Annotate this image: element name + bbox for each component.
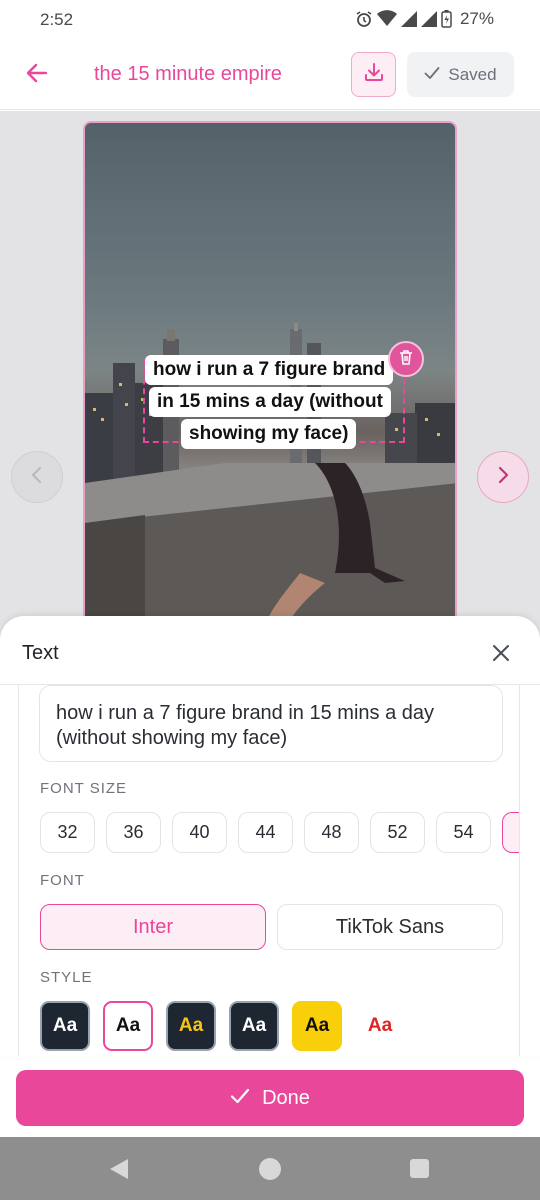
style-option-yellow-on-dark[interactable]: Aa bbox=[166, 1001, 216, 1051]
wifi-icon bbox=[376, 10, 397, 28]
rooftop-scene-image bbox=[85, 463, 455, 639]
font-size-option[interactable]: 40 bbox=[172, 812, 227, 853]
font-size-option[interactable]: 36 bbox=[106, 812, 161, 853]
signal-icon-2 bbox=[420, 11, 437, 27]
status-icons: 27% bbox=[355, 9, 494, 29]
status-time: 2:52 bbox=[40, 10, 74, 29]
nav-home-icon[interactable] bbox=[259, 1158, 281, 1180]
nav-back-icon[interactable] bbox=[108, 1157, 130, 1186]
style-option-red-on-white[interactable]: Aa bbox=[355, 1001, 405, 1051]
saved-label: Saved bbox=[448, 64, 497, 84]
sheet-title: Text bbox=[22, 642, 59, 664]
font-size-option[interactable]: 32 bbox=[40, 812, 95, 853]
font-option-tiktok-sans[interactable]: TikTok Sans bbox=[277, 904, 503, 950]
font-size-label: FONT SIZE bbox=[40, 780, 128, 797]
done-label: Done bbox=[262, 1086, 310, 1109]
download-icon bbox=[363, 61, 385, 88]
style-option-white-on-dark[interactable]: Aa bbox=[40, 1001, 90, 1051]
font-size-option-selected[interactable]: 5 bbox=[502, 812, 519, 853]
chevron-left-icon bbox=[30, 465, 44, 490]
system-nav-bar bbox=[0, 1137, 540, 1200]
overlay-line-2: in 15 mins a day (without bbox=[149, 387, 391, 417]
battery-icon bbox=[441, 10, 452, 28]
style-option-black-on-yellow[interactable]: Aa bbox=[292, 1001, 342, 1051]
saved-button[interactable]: Saved bbox=[407, 52, 514, 97]
next-slide-button[interactable] bbox=[477, 451, 529, 503]
slide-photo[interactable]: how i run a 7 figure brand in 15 mins a … bbox=[83, 121, 457, 641]
style-option-black-on-white[interactable]: Aa bbox=[103, 1001, 153, 1051]
delete-text-button[interactable] bbox=[388, 341, 424, 377]
font-size-option[interactable]: 54 bbox=[436, 812, 491, 853]
app-header: the 15 minute empire Saved bbox=[0, 40, 540, 110]
page-title: the 15 minute empire bbox=[94, 63, 282, 85]
check-icon bbox=[424, 65, 440, 85]
canvas-area: how i run a 7 figure brand in 15 mins a … bbox=[0, 111, 540, 641]
font-option-inter[interactable]: Inter bbox=[40, 904, 266, 950]
trash-icon bbox=[397, 348, 415, 371]
close-sheet-button[interactable] bbox=[486, 640, 516, 670]
signal-icon bbox=[400, 11, 417, 27]
previous-slide-button[interactable] bbox=[11, 451, 63, 503]
text-overlay[interactable]: how i run a 7 figure brand in 15 mins a … bbox=[143, 355, 405, 449]
text-input[interactable] bbox=[39, 685, 503, 762]
download-button[interactable] bbox=[351, 52, 396, 97]
text-editor-sheet: Text FONT SIZE 32 36 40 44 48 52 54 5 FO… bbox=[0, 616, 540, 1056]
done-button[interactable]: Done bbox=[16, 1070, 524, 1126]
check-icon bbox=[230, 1087, 250, 1110]
back-button[interactable] bbox=[20, 58, 54, 92]
font-size-option[interactable]: 52 bbox=[370, 812, 425, 853]
style-option-white-on-dark-2[interactable]: Aa bbox=[229, 1001, 279, 1051]
close-icon bbox=[492, 644, 510, 667]
overlay-line-1: how i run a 7 figure brand bbox=[145, 355, 394, 385]
arrow-left-icon bbox=[25, 61, 49, 90]
chevron-right-icon bbox=[496, 465, 510, 490]
font-size-option[interactable]: 48 bbox=[304, 812, 359, 853]
nav-recents-icon[interactable] bbox=[410, 1159, 429, 1178]
overlay-line-3: showing my face) bbox=[181, 419, 357, 449]
font-options: Inter TikTok Sans bbox=[40, 904, 503, 950]
font-label: FONT bbox=[40, 872, 85, 889]
battery-percent: 27% bbox=[459, 9, 494, 28]
status-bar: 2:52 27% bbox=[0, 0, 540, 40]
style-options: Aa Aa Aa Aa Aa Aa bbox=[40, 1001, 405, 1051]
alarm-icon bbox=[355, 10, 373, 28]
font-size-options: 32 36 40 44 48 52 54 5 bbox=[40, 812, 519, 853]
sheet-body[interactable]: FONT SIZE 32 36 40 44 48 52 54 5 FONT In… bbox=[18, 685, 520, 1056]
style-label: STYLE bbox=[40, 969, 93, 986]
font-size-option[interactable]: 44 bbox=[238, 812, 293, 853]
